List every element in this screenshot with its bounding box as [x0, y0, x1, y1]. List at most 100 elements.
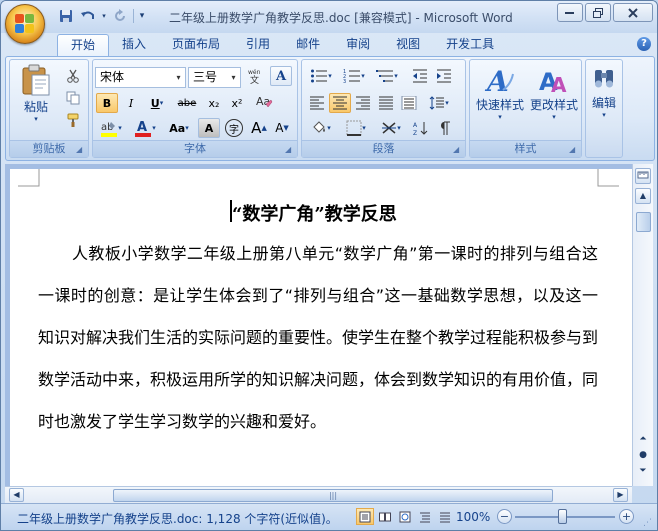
zoom-out-button[interactable]: −: [497, 509, 512, 524]
font-launcher-icon[interactable]: ◢: [285, 145, 294, 154]
bold-button[interactable]: B: [96, 93, 118, 113]
web-layout-view-button[interactable]: [396, 508, 414, 525]
previous-page-button[interactable]: ⏶: [635, 432, 651, 448]
document-paragraph[interactable]: 人教板小学数学二年级上册第八单元“数学广角”第一课时的排列与组合这一课时的创意：…: [38, 233, 598, 443]
highlight-button[interactable]: ab ▾: [96, 118, 126, 138]
line-spacing-button[interactable]: ▾: [424, 93, 454, 113]
cut-button[interactable]: [62, 66, 84, 86]
font-size-dropdown-icon[interactable]: ▾: [227, 68, 240, 87]
horizontal-scrollbar[interactable]: ◀ ||| ▶: [5, 486, 632, 503]
underline-button[interactable]: U ▾: [144, 93, 170, 113]
enclose-char-button[interactable]: 字: [223, 118, 245, 138]
vertical-scroll-thumb[interactable]: [636, 212, 651, 232]
shading-button[interactable]: ▾: [306, 118, 336, 138]
strikethrough-button[interactable]: abe: [174, 93, 200, 113]
editing-button[interactable]: 编辑 ▾: [587, 64, 621, 119]
font-color-dropdown-icon[interactable]: ▾: [152, 124, 156, 132]
decrease-indent-icon: [413, 69, 427, 83]
align-left-button[interactable]: [306, 93, 328, 113]
tab-developer[interactable]: 开发工具: [433, 34, 507, 56]
justify-button[interactable]: [375, 93, 397, 113]
scroll-up-button[interactable]: ▲: [635, 188, 651, 204]
scroll-left-button[interactable]: ◀: [9, 488, 24, 502]
borders-button[interactable]: ▾: [341, 118, 371, 138]
tab-review[interactable]: 审阅: [333, 34, 383, 56]
zoom-in-button[interactable]: +: [619, 509, 634, 524]
full-screen-reading-view-button[interactable]: [376, 508, 394, 525]
font-color-button[interactable]: A ▾: [130, 118, 160, 138]
font-size-combo[interactable]: 三号 ▾: [188, 67, 241, 88]
shrink-font-button[interactable]: A ▼: [271, 118, 293, 138]
bullets-button[interactable]: ▾: [306, 66, 336, 86]
chinese-layout-button[interactable]: ▾: [376, 118, 406, 138]
tab-view[interactable]: 视图: [383, 34, 433, 56]
minimize-button[interactable]: [557, 3, 583, 22]
align-center-button[interactable]: [329, 93, 351, 113]
numbering-button[interactable]: 123 ▾: [339, 66, 369, 86]
format-painter-button[interactable]: [62, 110, 84, 130]
tab-home[interactable]: 开始: [57, 34, 110, 56]
highlight-dropdown-icon[interactable]: ▾: [118, 124, 122, 132]
undo-dropdown-icon[interactable]: ▾: [101, 8, 107, 24]
quick-styles-label: 快速样式: [475, 98, 524, 112]
ruler-toggle-icon[interactable]: [635, 168, 651, 184]
show-marks-button[interactable]: [434, 118, 456, 138]
scroll-right-button[interactable]: ▶: [613, 488, 628, 502]
change-case-label: Aa: [169, 121, 186, 135]
customize-qat-icon[interactable]: ▾: [138, 8, 146, 24]
align-right-button[interactable]: [352, 93, 374, 113]
clipboard-group: 粘贴 ▾ 剪贴板 ◢: [9, 59, 89, 158]
font-name-combo[interactable]: 宋体 ▾: [95, 67, 186, 88]
superscript-button[interactable]: x²: [226, 93, 248, 113]
vertical-scrollbar[interactable]: ▲ ⏶ ● ⏷: [632, 164, 653, 486]
char-border-button[interactable]: A: [270, 66, 292, 86]
decrease-indent-button[interactable]: [409, 66, 431, 86]
change-styles-button[interactable]: AA 更改样式 ▾: [526, 64, 582, 121]
char-shading-button[interactable]: A: [198, 118, 220, 138]
zoom-level[interactable]: 100%: [456, 510, 490, 524]
restore-button[interactable]: [585, 3, 611, 22]
paste-button[interactable]: 粘贴 ▾: [16, 64, 56, 123]
help-icon[interactable]: ?: [637, 37, 651, 51]
close-button[interactable]: [613, 3, 653, 22]
document-title[interactable]: “数学广角”教学反思: [232, 200, 397, 226]
next-page-button[interactable]: ⏷: [635, 464, 651, 480]
resize-grip-icon[interactable]: ⋰: [643, 518, 655, 530]
increase-indent-button[interactable]: [433, 66, 455, 86]
clear-formatting-button[interactable]: Aa: [253, 91, 275, 111]
pinyin-guide-button[interactable]: wén 文: [245, 66, 267, 86]
styles-launcher-icon[interactable]: ◢: [569, 145, 578, 154]
clipboard-launcher-icon[interactable]: ◢: [76, 145, 85, 154]
horizontal-scroll-thumb[interactable]: |||: [113, 489, 553, 502]
font-name-dropdown-icon[interactable]: ▾: [172, 68, 185, 87]
paragraph-launcher-icon[interactable]: ◢: [453, 145, 462, 154]
tab-references[interactable]: 引用: [233, 34, 283, 56]
multilevel-list-button[interactable]: ▾: [372, 66, 402, 86]
redo-icon[interactable]: [111, 8, 129, 24]
select-browse-object-icon[interactable]: ●: [635, 448, 651, 464]
office-button[interactable]: [5, 4, 45, 44]
underline-dropdown-icon[interactable]: ▾: [160, 99, 164, 107]
tab-mailings[interactable]: 邮件: [283, 34, 333, 56]
grow-font-button[interactable]: A ▲: [248, 118, 270, 138]
distributed-button[interactable]: [398, 93, 420, 113]
print-layout-view-button[interactable]: [356, 508, 374, 525]
draft-view-button[interactable]: [436, 508, 454, 525]
sort-button[interactable]: AZ: [410, 118, 432, 138]
change-case-dropdown-icon[interactable]: ▾: [185, 124, 189, 132]
save-icon[interactable]: [57, 8, 75, 24]
tab-page-layout[interactable]: 页面布局: [159, 34, 233, 56]
change-case-button[interactable]: Aa ▾: [164, 118, 194, 138]
zoom-slider-thumb[interactable]: [558, 509, 567, 524]
italic-button[interactable]: I: [120, 93, 142, 113]
status-info[interactable]: 二年级上册数学广角教学反思.doc: 1,128 个字符(近似值)。: [17, 510, 338, 527]
copy-button[interactable]: [62, 88, 84, 108]
document-page[interactable]: “数学广角”教学反思 人教板小学数学二年级上册第八单元“数学广角”第一课时的排列…: [10, 169, 632, 486]
undo-icon[interactable]: [79, 8, 97, 24]
underline-label: U: [150, 96, 160, 110]
subscript-button[interactable]: x₂: [203, 93, 225, 113]
paste-icon: [22, 64, 50, 96]
tab-insert[interactable]: 插入: [109, 34, 159, 56]
outline-view-button[interactable]: [416, 508, 434, 525]
quick-styles-button[interactable]: A 快速样式 ▾: [472, 64, 528, 121]
